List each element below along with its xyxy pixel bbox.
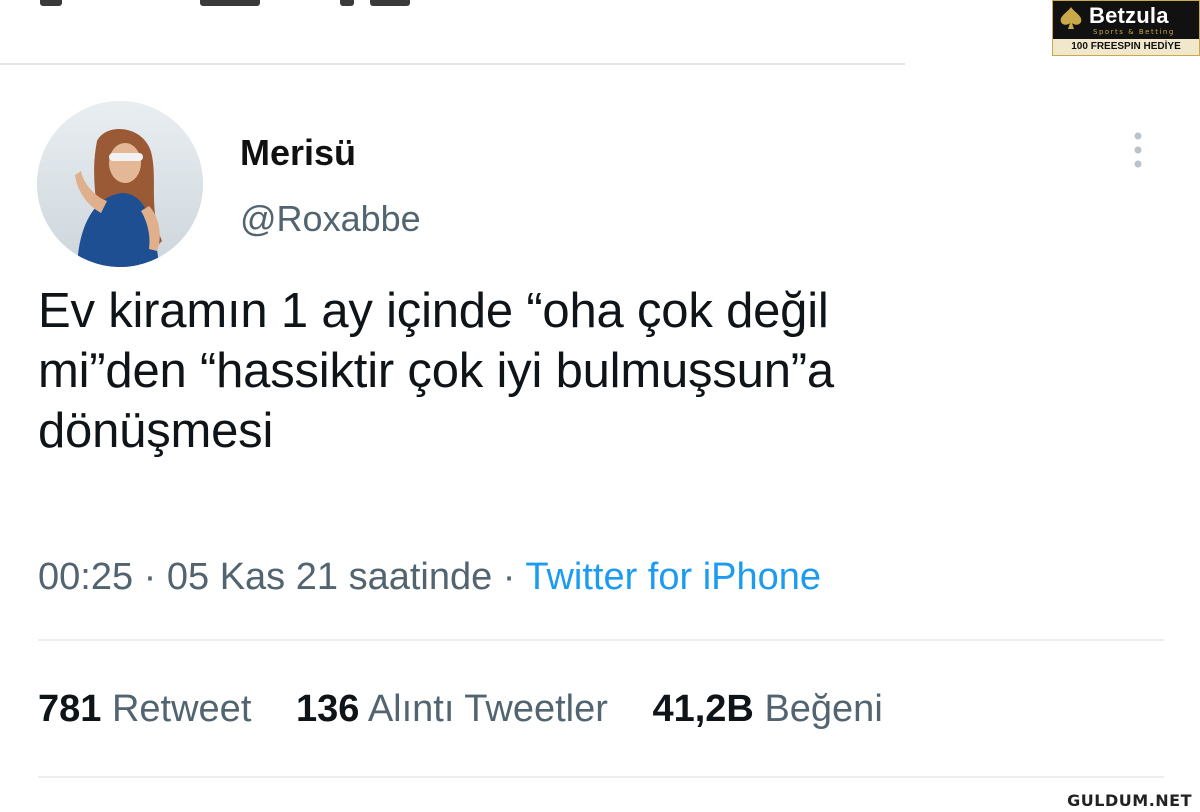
like-stat[interactable]: 41,2B Beğeni [652,688,882,731]
quote-tweet-label: Alıntı Tweetler [367,688,608,730]
top-divider [0,63,905,65]
ad-banner[interactable]: Betzula Sports & Betting 100 FREESPIN HE… [1052,0,1200,56]
user-handle[interactable]: @Roxabbe [240,198,421,240]
tweet-text-line: Ev kiramın 1 ay içinde “oha çok değil [38,284,829,338]
tweet-text-line: dönüşmesi [38,403,274,458]
tweet-source-link[interactable]: Twitter for iPhone [525,556,821,598]
previous-tweet-fragment [40,0,410,8]
tweet-stats: 781 Retweet 136 Alıntı Tweetler 41,2B Be… [38,688,917,731]
tweet-text-line: mi”den “hassiktir çok iyi bulmuşsun”a [38,343,834,398]
retweet-stat[interactable]: 781 Retweet [38,688,251,731]
ad-promo: 100 FREESPIN HEDİYE [1053,39,1199,55]
profile-photo-icon [37,101,203,267]
meta-separator: · [502,556,516,598]
meta-separator: · [143,556,157,598]
divider [38,776,1164,778]
ad-tagline: Sports & Betting [1093,28,1175,36]
tweet-meta: 00:25 · 05 Kas 21 saatinde · Twitter for… [38,556,821,599]
tweet-date[interactable]: 05 Kas 21 saatinde [167,556,492,598]
tweet-text: Ev kiramın 1 ay içinde “oha çok değil mi… [38,282,1168,461]
ad-brand: Betzula [1089,3,1169,28]
like-label: Beğeni [764,688,883,730]
retweet-count: 781 [38,688,102,730]
display-name[interactable]: Merisü [240,132,356,174]
avatar[interactable] [37,101,203,267]
retweet-label: Retweet [111,688,252,730]
quote-tweet-count: 136 [295,688,360,730]
quote-tweet-stat[interactable]: 136 Alıntı Tweetler [296,688,608,731]
vertical-dots-icon[interactable] [1120,128,1156,172]
site-watermark: GULDUM.NET [1063,791,1196,810]
tweet-time[interactable]: 00:25 [38,556,133,598]
divider [38,639,1164,641]
spade-logo-icon [1060,7,1082,29]
like-count: 41,2B [652,688,754,730]
